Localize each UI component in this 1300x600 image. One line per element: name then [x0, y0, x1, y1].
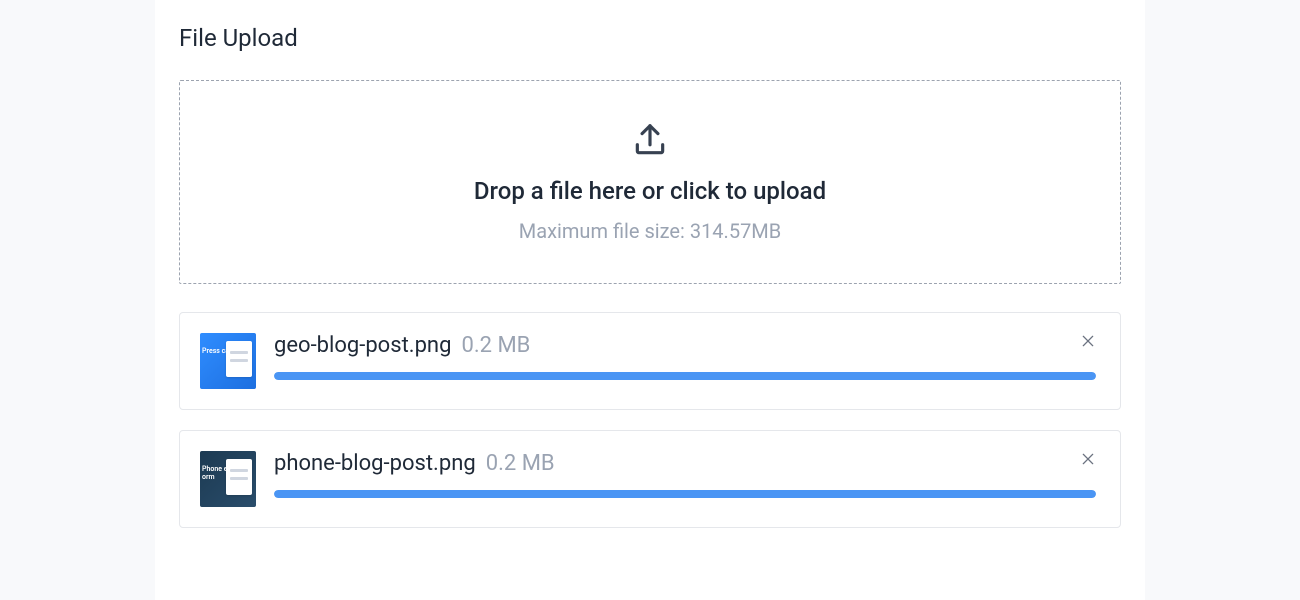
- file-item: Press cation geo-blog-post.png 0.2 MB: [179, 312, 1121, 410]
- upload-icon: [200, 121, 1100, 159]
- file-size: 0.2 MB: [461, 333, 530, 358]
- file-name: phone-blog-post.png: [274, 451, 476, 476]
- file-thumbnail: Press cation: [200, 333, 256, 389]
- file-thumbnail: Phone er Field orm: [200, 451, 256, 507]
- file-dropzone[interactable]: Drop a file here or click to upload Maxi…: [179, 80, 1121, 284]
- progress-bar: [274, 372, 1096, 380]
- progress-fill: [274, 372, 1096, 380]
- remove-file-button[interactable]: [1076, 447, 1100, 471]
- progress-fill: [274, 490, 1096, 498]
- file-size: 0.2 MB: [486, 451, 555, 476]
- progress-bar: [274, 490, 1096, 498]
- dropzone-instruction: Drop a file here or click to upload: [200, 177, 1100, 205]
- close-icon: [1080, 333, 1096, 349]
- close-icon: [1080, 451, 1096, 467]
- remove-file-button[interactable]: [1076, 329, 1100, 353]
- file-name: geo-blog-post.png: [274, 333, 451, 358]
- file-item: Phone er Field orm phone-blog-post.png 0…: [179, 430, 1121, 528]
- section-title: File Upload: [179, 24, 1121, 52]
- file-upload-panel: File Upload Drop a file here or click to…: [155, 0, 1145, 600]
- dropzone-maxsize: Maximum file size: 314.57MB: [200, 219, 1100, 243]
